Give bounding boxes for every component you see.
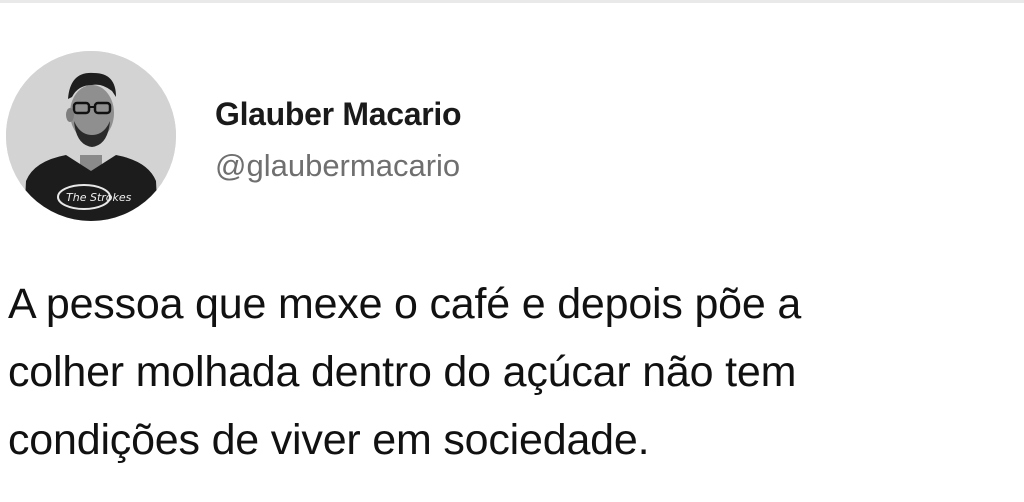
tweet-card: The Strokes Glauber Macario @glaubermaca… xyxy=(0,0,1024,502)
shirt-logo-text: The Strokes xyxy=(66,191,132,204)
tweet-text-line-1: A pessoa que mexe o café e depois põe a xyxy=(8,280,802,328)
user-avatar-icon: The Strokes xyxy=(6,51,176,221)
tweet-text-line-3: condições de viver em sociedade. xyxy=(8,416,650,464)
tweet-text-line-2: colher molhada dentro do açúcar não tem xyxy=(8,348,797,396)
author-handle[interactable]: @glaubermacario xyxy=(215,148,460,184)
avatar[interactable]: The Strokes xyxy=(6,51,176,221)
author-display-name[interactable]: Glauber Macario xyxy=(215,96,462,133)
tweet-text: A pessoa que mexe o café e depois põe a … xyxy=(8,270,1024,470)
